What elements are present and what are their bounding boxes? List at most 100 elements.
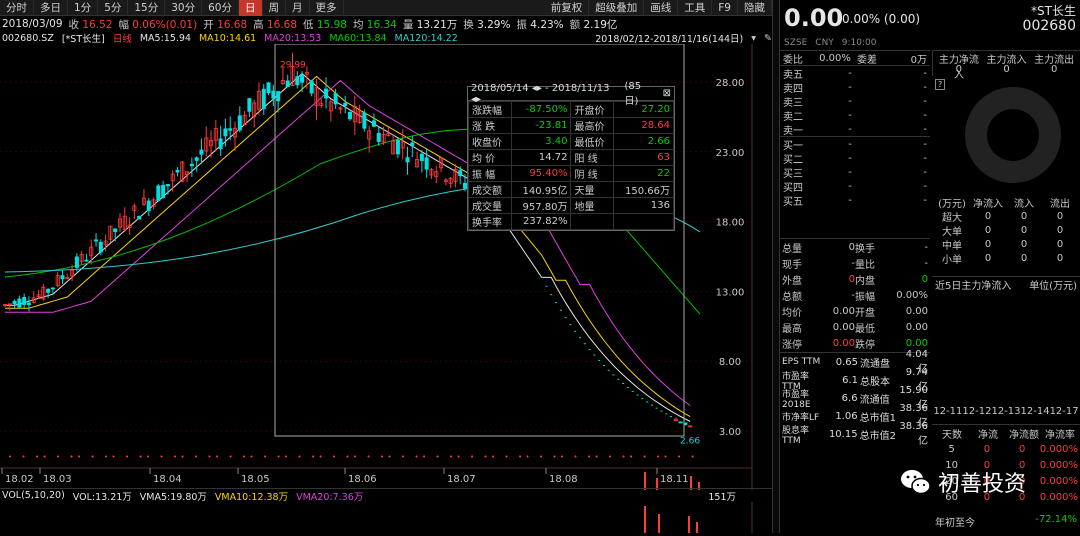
order-level[interactable]: 卖五 - - (780, 66, 930, 81)
event-marker: • (160, 453, 164, 461)
last-price: 0.00 (784, 4, 844, 32)
level-price: - (848, 194, 852, 206)
stat-cell: 0.00% (896, 289, 928, 301)
level-volume: - (923, 138, 927, 150)
y-tick-label: 18.00 (716, 218, 745, 229)
candle-body (50, 287, 55, 290)
order-level[interactable]: 买二 - - (780, 151, 930, 166)
draw-button[interactable]: 画线 (644, 0, 679, 16)
adjust-button[interactable]: 前复权 (545, 0, 590, 16)
fin-cell: 1.06 (835, 410, 858, 422)
candle-body (309, 80, 314, 94)
interval-stats-tooltip: 2018/05/14 ◂▸ - 2018/11/13 ◂▸ (85日) ⊠ 涨跌… (467, 81, 675, 231)
tab-timeshare[interactable]: 分时 (0, 0, 34, 16)
stat-cell: 量比 (855, 259, 875, 271)
day-cell: 净流 (978, 429, 998, 441)
order-level[interactable]: 卖一 - - (780, 122, 930, 137)
hide-button[interactable]: 隐藏 (738, 0, 772, 16)
event-marker: • (491, 453, 495, 461)
level-label: 卖五 (783, 69, 803, 81)
event-marker: • (608, 453, 612, 461)
order-level[interactable]: 卖二 - - (780, 108, 930, 123)
order-book: 委比 0.00% 委差 0万 卖五 - - 卖四 - - 卖三 - - 卖二 - - 卖一 - - 买一 - -… (780, 50, 930, 208)
x-tick-label: 18.06 (348, 474, 377, 485)
level-label: 买四 (783, 182, 803, 194)
event-marker: • (139, 453, 143, 461)
candle-body (333, 93, 338, 105)
order-level[interactable]: 卖四 - - (780, 80, 930, 95)
tab-1min[interactable]: 1分 (68, 0, 99, 16)
low-label: 低 (303, 18, 314, 31)
panel-divider[interactable] (772, 0, 780, 533)
ma60-label: MA60:13.84 (329, 32, 387, 44)
stat-cell: 0.00 (905, 321, 928, 333)
event-marker: • (422, 453, 426, 461)
volume-bar (688, 516, 690, 533)
candle-body (405, 157, 410, 163)
tab-more[interactable]: 更多 (310, 0, 344, 16)
tooltip-cell: 95.40% (510, 165, 572, 182)
day-row: 天数 净流 净流额 净流率 (932, 425, 1080, 441)
order-level[interactable]: 买一 - - (780, 137, 930, 152)
flow-h-in: 主力流入 (986, 55, 1027, 66)
day-cell: 0 (983, 443, 991, 455)
event-marker: • (8, 453, 12, 461)
x-tick-label: 18.05 (241, 474, 270, 485)
fin-cell: 市盈率2018E (782, 389, 811, 410)
close-icon[interactable]: ⊠ (663, 88, 671, 99)
tab-monthly[interactable]: 月 (286, 0, 310, 16)
stat-cell: - (924, 241, 928, 253)
tooltip-cell: 换手率 (468, 213, 512, 230)
candle-body (218, 138, 223, 150)
event-marker: • (125, 453, 129, 461)
order-level[interactable]: 买三 - - (780, 165, 930, 180)
event-marker: • (215, 453, 219, 461)
order-level[interactable]: 卖三 - - (780, 94, 930, 109)
level-volume: - (923, 67, 927, 79)
wechat-logo-icon (901, 470, 931, 495)
overlay-button[interactable]: 超级叠加 (589, 0, 645, 16)
tab-weekly[interactable]: 周 (263, 0, 286, 16)
tab-15min[interactable]: 15分 (128, 0, 166, 16)
tooltip-row: 涨 跌 -23.81 最高价 28.64 (468, 117, 674, 134)
order-level[interactable]: 买五 - - (780, 193, 930, 208)
help-icon[interactable]: ? (935, 79, 946, 90)
tooltip-cell: 振 幅 (468, 165, 512, 182)
day-row: 5 0 0 0.000% (932, 441, 1080, 457)
tab-30min[interactable]: 30分 (165, 0, 203, 16)
open-label: 开 (203, 18, 214, 31)
tab-5min[interactable]: 5分 (98, 0, 129, 16)
pen-icon[interactable]: ✎ (764, 33, 772, 44)
x-tick-label: 18.07 (447, 474, 476, 485)
f9-button[interactable]: F9 (712, 0, 738, 16)
level-price: - (848, 180, 852, 192)
fin-cell: 股息率TTM (782, 425, 810, 446)
level-price: - (848, 152, 852, 164)
stock-code-label: 002680.SZ (2, 32, 54, 44)
fin-cell: 38.36亿 (899, 421, 928, 447)
tab-60min[interactable]: 60分 (202, 0, 239, 16)
tooltip-cell (613, 213, 674, 230)
stock-code: 002680 (1022, 18, 1076, 34)
day-cell: 0.000% (1039, 491, 1078, 503)
tab-daily[interactable]: 日 (239, 0, 263, 16)
event-marker: • (622, 453, 626, 461)
dropdown-icon[interactable]: ▾ (751, 33, 756, 44)
event-marker: • (415, 453, 419, 461)
candle-body (285, 80, 290, 88)
tooltip-cell: 2.66 (613, 133, 674, 150)
event-marker: • (691, 453, 695, 461)
order-level[interactable]: 买四 - - (780, 179, 930, 194)
tools-button[interactable]: 工具 (678, 0, 713, 16)
tab-multiday[interactable]: 多日 (34, 0, 68, 16)
candle-body (199, 149, 204, 155)
close-label: 收 (68, 18, 80, 31)
vol-value: 13.21万 (416, 18, 458, 31)
event-marker: • (91, 453, 95, 461)
candle-body (113, 228, 118, 233)
candle-body (46, 288, 51, 293)
flow-row: 超大 0 0 0 (932, 209, 1080, 224)
vol-max-tick: 151万 (708, 491, 736, 503)
stat-cell: 跌停 (855, 339, 875, 351)
event-marker: • (629, 453, 633, 461)
